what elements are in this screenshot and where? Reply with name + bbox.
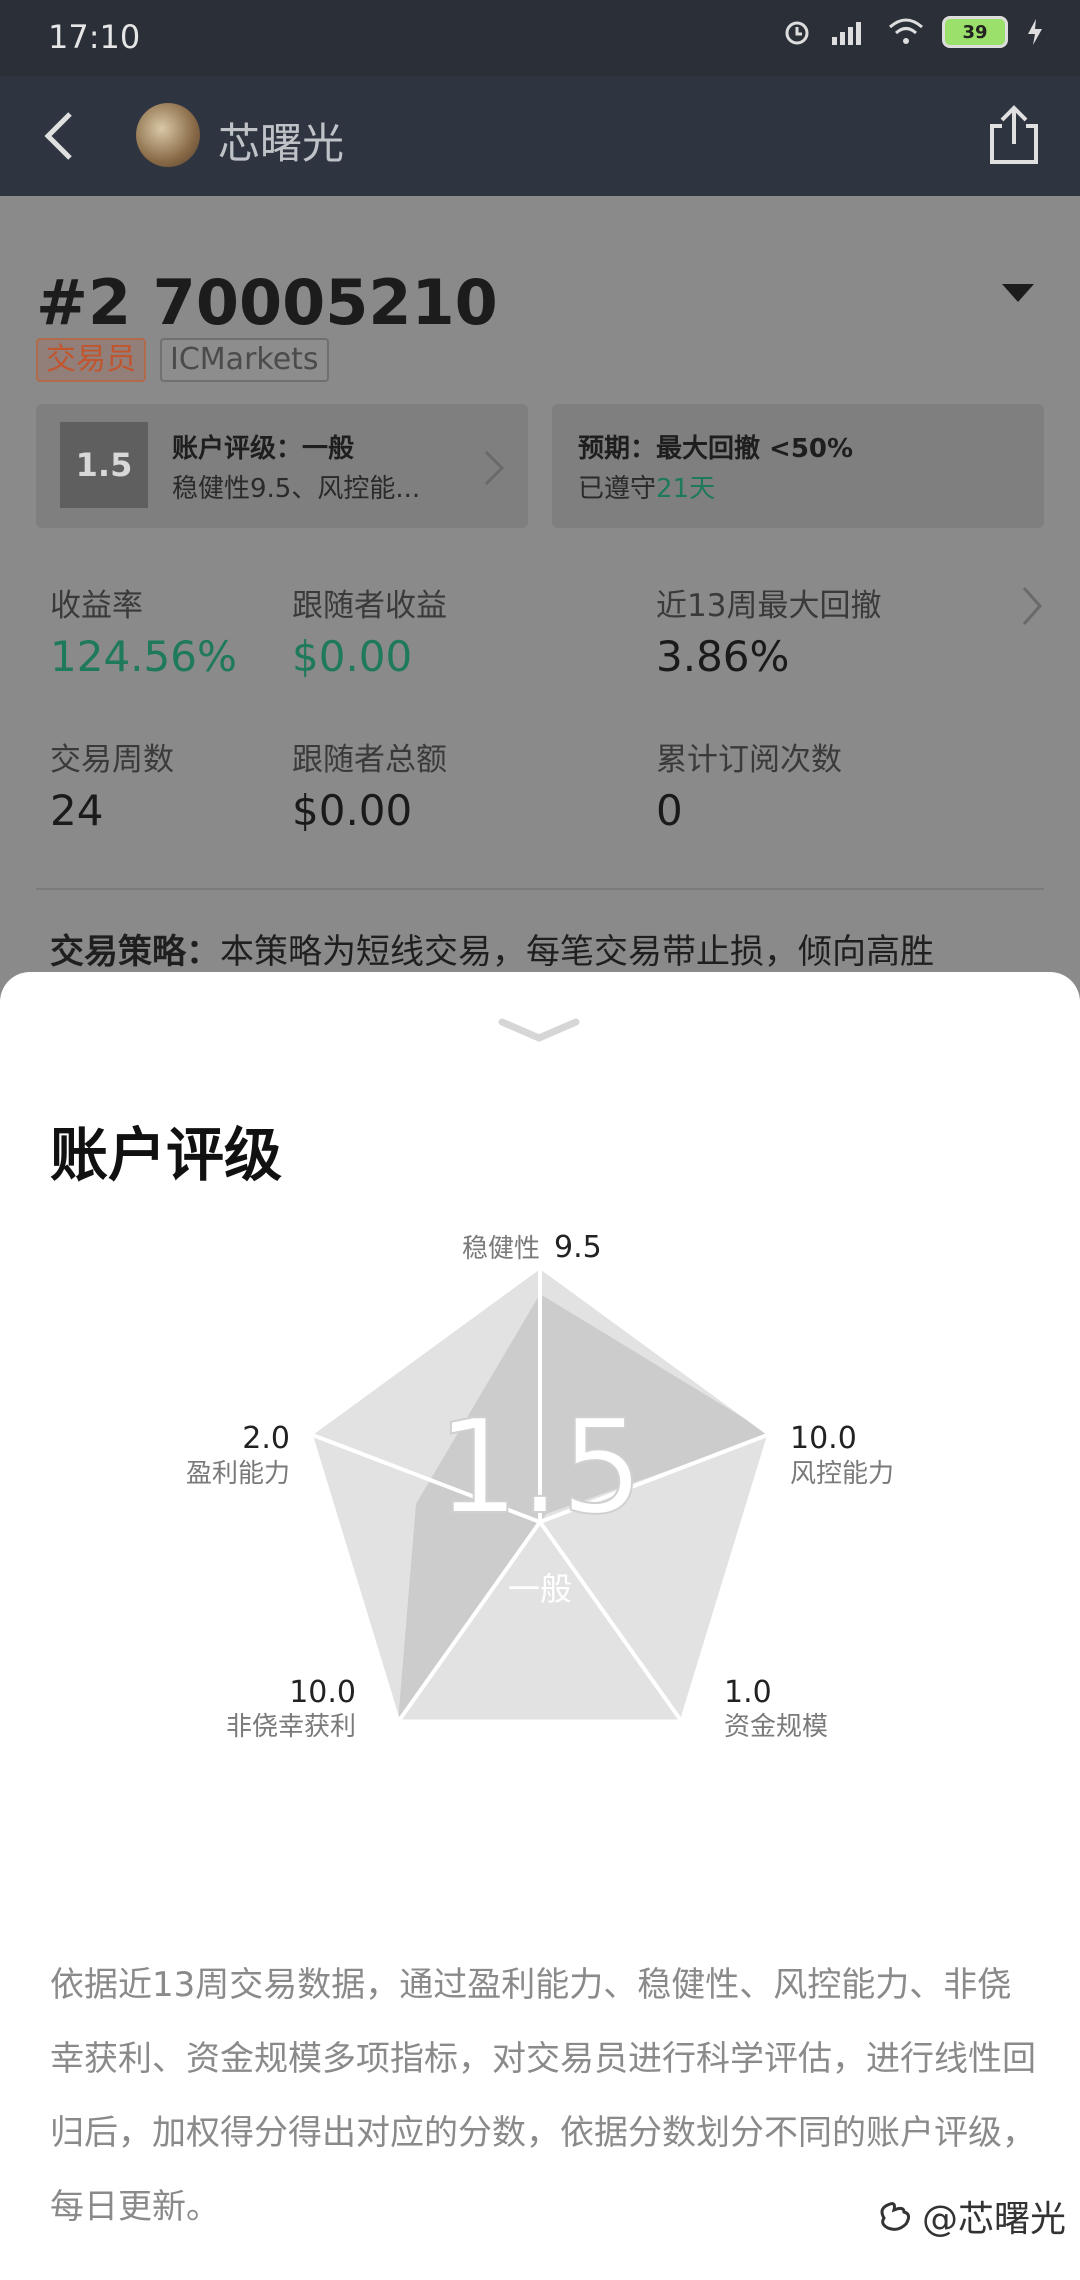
weeks-label: 交易周数 [50, 742, 174, 778]
weibo-logo-icon [880, 2202, 911, 2231]
chevron-right-icon[interactable] [1020, 584, 1046, 628]
app-title: 芯曙光 [218, 119, 345, 168]
center-rating-label: 一般 [508, 1570, 572, 1608]
axis-value-nonluck: 10.0 [289, 1675, 356, 1710]
trader-tag: 交易员 [36, 338, 146, 382]
share-icon[interactable] [984, 102, 1044, 168]
axis-label-scale: 资金规模 [724, 1712, 828, 1742]
strategy-text: 交易策略：本策略为短线交易，每笔交易带止损，倾向高胜 [50, 924, 934, 973]
collapse-handle-icon[interactable] [496, 1014, 582, 1046]
strategy-body: 本策略为短线交易，每笔交易带止损，倾向高胜 [220, 932, 934, 972]
weeks-value: 24 [50, 786, 104, 835]
status-icons: 39 [782, 16, 1044, 48]
chevron-right-icon [484, 450, 505, 486]
subs-value: 0 [656, 786, 683, 835]
rating-radar-chart: 1.5 一般 稳健性 9.5 10.0 风控能力 1.0 资金规模 10.0 非… [186, 1230, 894, 1742]
expectation-title: 预期：最大回撤 <50% [578, 434, 854, 464]
center-score: 1.5 [437, 1391, 644, 1543]
return-value: 124.56% [50, 632, 237, 681]
broker-tag: ICMarkets [160, 338, 329, 382]
axis-label-profit: 盈利能力 [186, 1459, 290, 1489]
watermark: @芯曙光 [876, 2190, 1066, 2242]
signal-icon [832, 22, 861, 45]
axis-label-nonluck: 非侥幸获利 [226, 1712, 356, 1742]
sheet-title: 账户评级 [50, 1121, 283, 1189]
axis-value-scale: 1.0 [724, 1675, 772, 1710]
follower-profit-value: $0.00 [292, 632, 413, 681]
axis-value-stability: 9.5 [554, 1230, 602, 1265]
divider [36, 888, 1044, 890]
rating-bottom-sheet: 账户评级 1.5 一般 稳健性 9.5 10.0 风控能力 1.0 资金规模 1… [0, 972, 1080, 2280]
rating-card-subtitle: 稳健性9.5、风控能... [172, 474, 421, 504]
follower-total-value: $0.00 [292, 786, 413, 835]
drawdown-value: 3.86% [656, 632, 790, 681]
status-bar: 17:10 39 [0, 0, 1080, 76]
drawdown-label: 近13周最大回撤 [656, 588, 882, 624]
status-time: 17:10 [48, 18, 141, 56]
watermark-text: @芯曙光 [921, 2199, 1066, 2240]
axis-label-risk: 风控能力 [790, 1459, 894, 1489]
axis-label-stability: 稳健性 [462, 1234, 540, 1264]
wifi-icon [889, 18, 923, 44]
subs-label: 累计订阅次数 [656, 742, 842, 778]
expectation-card: 预期：最大回撤 <50% 已遵守21天 [552, 404, 1044, 528]
expectation-prefix: 已遵守 [578, 474, 657, 504]
dropdown-arrow-icon[interactable] [1002, 284, 1034, 302]
expectation-subtitle: 已遵守21天 [578, 468, 715, 505]
alarm-icon [785, 21, 809, 45]
expectation-days: 21天 [656, 474, 716, 504]
charging-icon [1028, 19, 1042, 45]
rating-score-box: 1.5 [60, 422, 148, 508]
return-label: 收益率 [50, 588, 143, 624]
account-id: #2 70005210 [36, 266, 498, 339]
avatar [136, 103, 200, 167]
back-icon[interactable] [32, 106, 92, 166]
axis-value-profit: 2.0 [242, 1421, 290, 1456]
account-detail: #2 70005210 交易员 ICMarkets 1.5 账户评级：一般 稳健… [0, 196, 1080, 976]
rating-card[interactable]: 1.5 账户评级：一般 稳健性9.5、风控能... [36, 404, 528, 528]
strategy-label: 交易策略： [50, 932, 220, 972]
battery-indicator: 39 [942, 16, 1008, 48]
rating-card-title: 账户评级：一般 [172, 434, 355, 464]
axis-value-risk: 10.0 [790, 1421, 857, 1456]
follower-total-label: 跟随者总额 [292, 742, 447, 778]
app-bar: 芯曙光 [0, 76, 1080, 196]
follower-profit-label: 跟随者收益 [292, 588, 447, 624]
